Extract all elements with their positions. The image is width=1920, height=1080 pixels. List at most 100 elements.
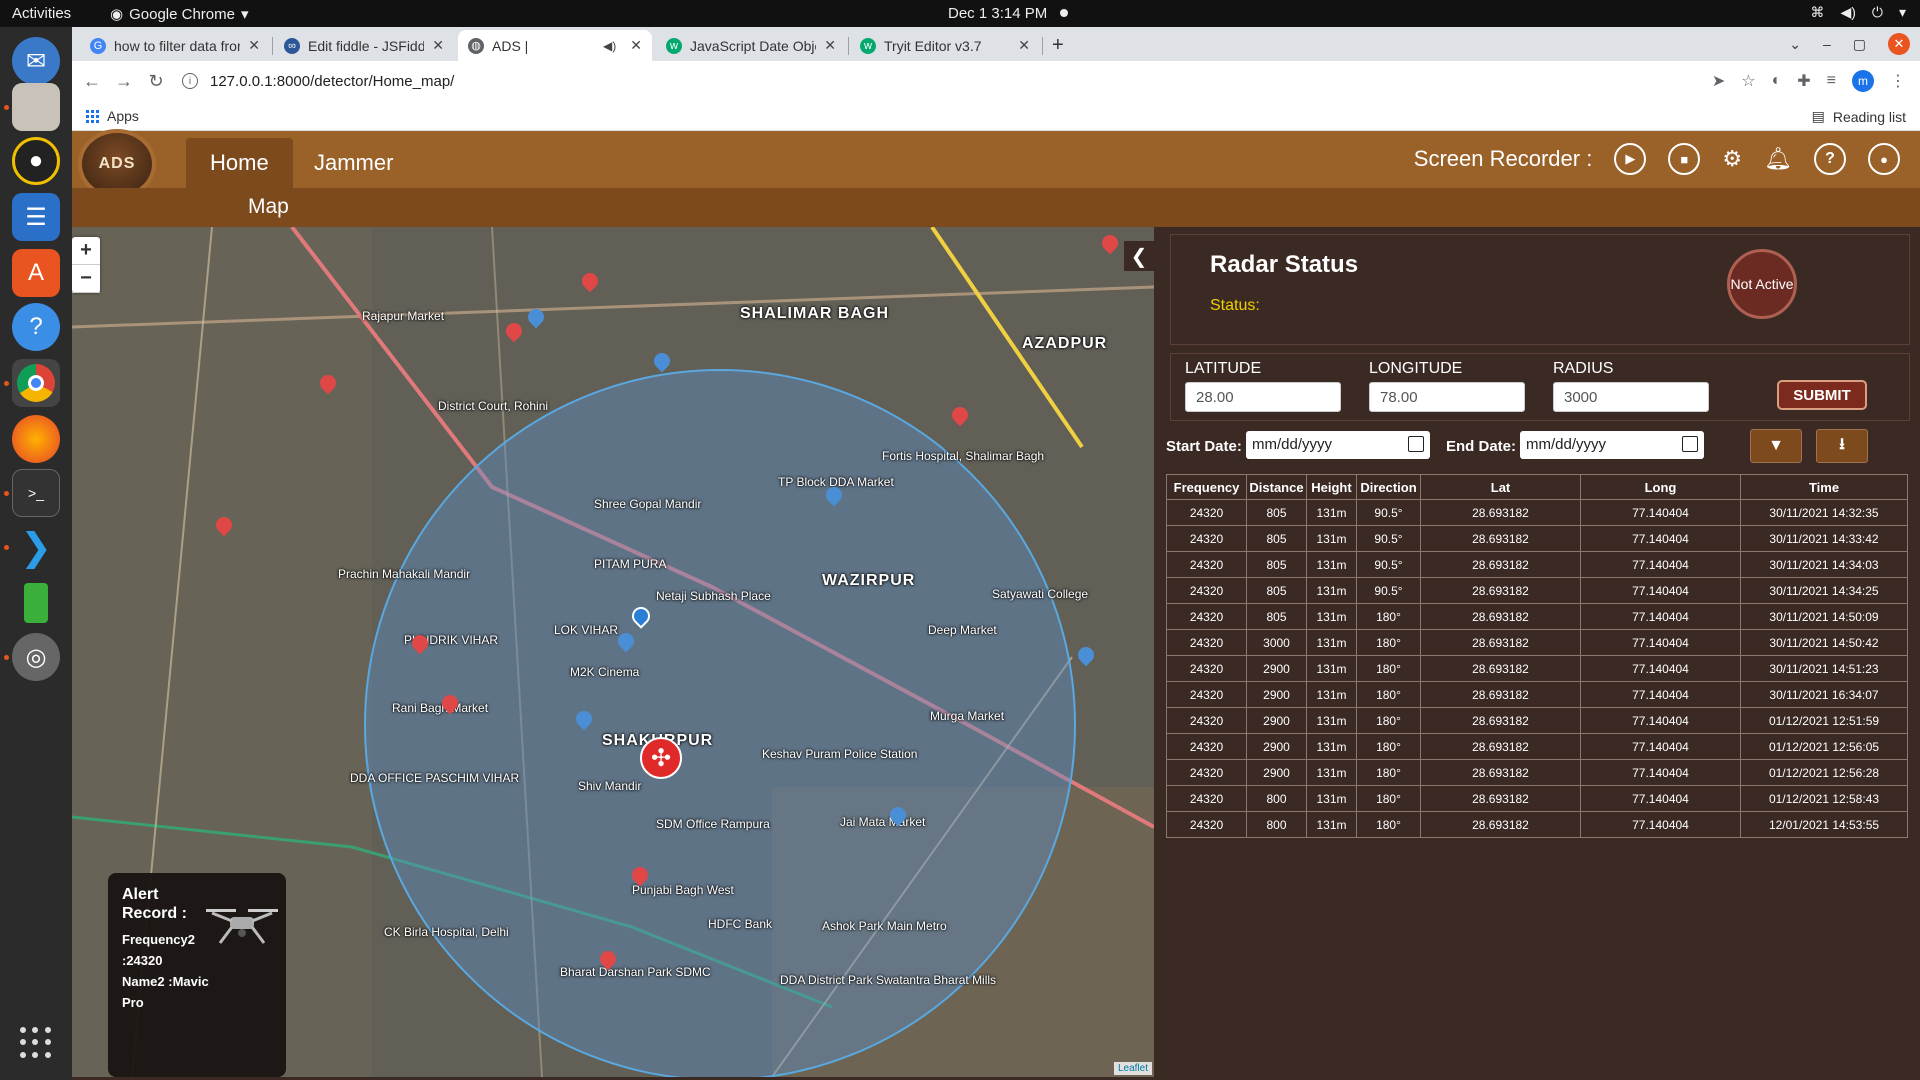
table-cell: 805 bbox=[1246, 603, 1307, 630]
table-cell: 28.693182 bbox=[1420, 655, 1581, 682]
tab-search-icon[interactable]: ⌄ bbox=[1789, 36, 1801, 53]
table-row[interactable]: 24320 805 131m 180° 28.693182 77.140404 30/11/… bbox=[1166, 603, 1908, 630]
map-view[interactable]: SHALIMAR BAGH AZADPUR WAZIRPUR SHAKURPUR… bbox=[72, 227, 1154, 1077]
submit-button[interactable]: SUBMIT bbox=[1777, 380, 1867, 410]
table-row[interactable]: 24320 3000 131m 180° 28.693182 77.140404 30/11… bbox=[1166, 629, 1908, 656]
chrome-dock-icon[interactable] bbox=[12, 359, 60, 407]
help-icon[interactable]: ? bbox=[12, 303, 60, 351]
notification-bell-icon[interactable]: 🔔︎ bbox=[1764, 146, 1792, 172]
writer-icon[interactable]: ☰ bbox=[12, 193, 60, 241]
green-app-icon[interactable] bbox=[12, 579, 60, 627]
show-applications-icon[interactable] bbox=[20, 1027, 52, 1059]
close-icon[interactable]: ✕ bbox=[248, 37, 260, 54]
audio-icon[interactable]: ◀) bbox=[603, 39, 616, 53]
browser-tab[interactable]: G how to filter data from st ✕ bbox=[80, 30, 270, 61]
reading-list-button[interactable]: ▤ Reading list bbox=[1812, 108, 1906, 125]
system-tray[interactable]: ⌘ ◀) ⏻ ▾ bbox=[1810, 4, 1906, 21]
vscode-icon[interactable]: ❯ bbox=[12, 523, 60, 571]
back-icon[interactable]: ← bbox=[76, 71, 108, 92]
maximize-icon[interactable]: ▢ bbox=[1853, 36, 1866, 53]
filter-button[interactable]: ▼ bbox=[1750, 429, 1802, 463]
column-header[interactable]: Lat bbox=[1420, 474, 1581, 500]
close-icon[interactable]: ✕ bbox=[630, 37, 642, 54]
table-row[interactable]: 24320 2900 131m 180° 28.693182 77.140404 01/12… bbox=[1166, 707, 1908, 734]
table-row[interactable]: 24320 2900 131m 180° 28.693182 77.140404 30/11… bbox=[1166, 681, 1908, 708]
browser-tab[interactable]: w JavaScript Date Objects ✕ bbox=[656, 30, 846, 61]
column-header[interactable]: Distance bbox=[1246, 474, 1307, 500]
new-tab-button[interactable]: + bbox=[1052, 34, 1064, 57]
close-icon[interactable]: ✕ bbox=[824, 37, 836, 54]
activities-button[interactable]: Activities bbox=[12, 5, 71, 22]
column-header[interactable]: Long bbox=[1580, 474, 1741, 500]
table-row[interactable]: 24320 2900 131m 180° 28.693182 77.140404 01/12… bbox=[1166, 759, 1908, 786]
reload-icon[interactable]: ↻ bbox=[140, 71, 172, 92]
apps-shortcut[interactable]: Apps bbox=[86, 108, 139, 124]
thunderbird-icon[interactable]: ✉ bbox=[12, 37, 60, 85]
column-header[interactable]: Direction bbox=[1356, 474, 1421, 500]
table-cell: 90.5° bbox=[1356, 551, 1421, 578]
terminal-icon[interactable]: >_ bbox=[12, 469, 60, 517]
ads-logo[interactable]: ADS bbox=[82, 133, 152, 195]
calendar-icon[interactable] bbox=[1408, 436, 1424, 452]
column-header[interactable]: Frequency bbox=[1166, 474, 1247, 500]
latitude-input[interactable] bbox=[1185, 382, 1341, 412]
kebab-menu-icon[interactable]: ⋮ bbox=[1890, 71, 1906, 91]
end-date-input[interactable]: mm/dd/yyyy bbox=[1520, 431, 1704, 459]
table-cell: 90.5° bbox=[1356, 499, 1421, 526]
map-attribution[interactable]: Leaflet bbox=[1113, 1062, 1152, 1075]
zoom-out-button[interactable]: − bbox=[72, 265, 100, 293]
column-header[interactable]: Time bbox=[1740, 474, 1908, 500]
minimize-icon[interactable]: – bbox=[1823, 36, 1831, 52]
address-bar[interactable]: i 127.0.0.1:8000/detector/Home_map/ bbox=[182, 66, 1712, 96]
table-row[interactable]: 24320 805 131m 90.5° 28.693182 77.140404 30/11… bbox=[1166, 577, 1908, 604]
bookmark-star-icon[interactable]: ☆ bbox=[1741, 71, 1755, 91]
user-account-icon[interactable]: ● bbox=[1868, 143, 1900, 175]
table-row[interactable]: 24320 800 131m 180° 28.693182 77.140404 12/01/… bbox=[1166, 811, 1908, 838]
app-menu[interactable]: ◉ Google Chrome ▾ bbox=[110, 5, 249, 24]
start-date-input[interactable]: mm/dd/yyyy bbox=[1246, 431, 1430, 459]
extension-icon[interactable]: ◐ bbox=[1772, 72, 1782, 90]
table-row[interactable]: 24320 805 131m 90.5° 28.693182 77.140404 30/11… bbox=[1166, 499, 1908, 526]
collapse-panel-chevron-icon[interactable]: ❮ bbox=[1124, 241, 1154, 271]
zoom-in-button[interactable]: + bbox=[72, 237, 100, 265]
date-filter-row: Start Date: mm/dd/yyyy End Date: mm/dd/y… bbox=[1166, 429, 1916, 463]
settings-gear-icon[interactable]: ⚙ bbox=[1722, 146, 1742, 172]
files-icon[interactable] bbox=[12, 83, 60, 131]
radar-title: Radar Status bbox=[1210, 251, 1359, 278]
table-row[interactable]: 24320 805 131m 90.5° 28.693182 77.140404 30/11… bbox=[1166, 551, 1908, 578]
browser-tab[interactable]: w Tryit Editor v3.7 ✕ bbox=[850, 30, 1040, 61]
disk-icon[interactable]: ◎ bbox=[12, 633, 60, 681]
rhythmbox-icon[interactable]: ● bbox=[12, 137, 60, 185]
firefox-icon[interactable] bbox=[12, 415, 60, 463]
window-close-icon[interactable]: ✕ bbox=[1888, 33, 1910, 55]
drone-marker-icon[interactable]: ✣ bbox=[640, 737, 682, 779]
forward-icon[interactable]: → bbox=[108, 71, 140, 92]
media-queue-icon[interactable]: ≡ bbox=[1827, 72, 1836, 90]
clock[interactable]: Dec 1 3:14 PM bbox=[948, 5, 1047, 22]
browser-tab[interactable]: ∞ Edit fiddle - JSFiddle - Coc ✕ bbox=[274, 30, 454, 61]
record-play-icon[interactable]: ▶ bbox=[1614, 143, 1647, 175]
alert-record-card[interactable]: Alert Record : Frequency2 :24320 Name2 :… bbox=[108, 873, 286, 1077]
table-row[interactable]: 24320 2900 131m 180° 28.693182 77.140404 30/11… bbox=[1166, 655, 1908, 682]
browser-tab-active[interactable]: ◍ ADS | ◀) ✕ bbox=[458, 30, 652, 61]
subnav-map[interactable]: Map bbox=[248, 195, 289, 219]
radius-input[interactable] bbox=[1553, 382, 1709, 412]
puzzle-icon[interactable]: ✚ bbox=[1797, 71, 1810, 91]
table-row[interactable]: 24320 805 131m 90.5° 28.693182 77.140404 30/11… bbox=[1166, 525, 1908, 552]
table-row[interactable]: 24320 2900 131m 180° 28.693182 77.140404 01/12… bbox=[1166, 733, 1908, 760]
table-row[interactable]: 24320 800 131m 180° 28.693182 77.140404 01/12/… bbox=[1166, 785, 1908, 812]
column-header[interactable]: Height bbox=[1306, 474, 1357, 500]
close-icon[interactable]: ✕ bbox=[432, 37, 444, 54]
help-icon[interactable]: ? bbox=[1814, 143, 1846, 175]
close-icon[interactable]: ✕ bbox=[1018, 37, 1030, 54]
site-info-icon[interactable]: i bbox=[182, 73, 198, 89]
longitude-input[interactable] bbox=[1369, 382, 1525, 412]
send-icon[interactable]: ➤ bbox=[1712, 71, 1725, 91]
nav-home[interactable]: Home bbox=[186, 138, 293, 188]
software-center-icon[interactable]: A bbox=[12, 249, 60, 297]
calendar-icon[interactable] bbox=[1682, 436, 1698, 452]
profile-avatar[interactable]: m bbox=[1852, 70, 1874, 92]
record-stop-icon[interactable]: ■ bbox=[1668, 143, 1701, 175]
download-button[interactable]: ⭳ bbox=[1816, 429, 1868, 463]
nav-jammer[interactable]: Jammer bbox=[290, 138, 417, 188]
